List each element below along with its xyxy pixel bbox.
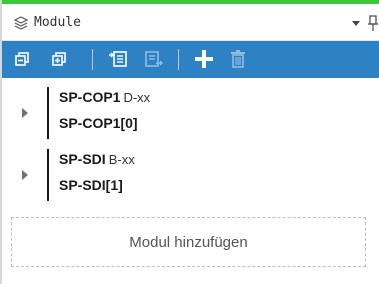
expand-all-icon[interactable] — [47, 46, 73, 72]
chevron-right-icon[interactable] — [22, 170, 28, 180]
module-item-header: SP-COP1 D-xx — [59, 88, 150, 108]
module-item-header: SP-SDI B-xx — [59, 150, 135, 170]
module-item-bar — [47, 149, 49, 201]
module-type: B-xx — [108, 152, 135, 167]
panel-title: Module — [34, 15, 81, 30]
chevron-right-icon[interactable] — [22, 108, 28, 118]
export-icon[interactable] — [140, 46, 166, 72]
panel-titlebar: Module — [2, 4, 379, 41]
module-item-bar — [47, 87, 49, 139]
add-module-button[interactable]: Modul hinzufügen — [11, 217, 366, 267]
pin-icon[interactable] — [368, 14, 378, 32]
module-instance: SP-COP1[0] — [59, 115, 138, 131]
chevron-down-icon[interactable] — [349, 16, 363, 30]
module-type: D-xx — [123, 90, 151, 105]
toolbar-separator — [92, 49, 93, 70]
module-stack-icon — [14, 16, 28, 30]
module-toolbar — [2, 41, 379, 78]
import-icon[interactable] — [106, 46, 132, 72]
module-instance: SP-SDI[1] — [59, 177, 123, 193]
module-list-item[interactable]: SP-COP1 D-xx SP-COP1[0] — [2, 85, 379, 141]
toolbar-separator — [178, 49, 179, 70]
add-icon[interactable] — [191, 46, 217, 72]
module-panel: Module SP-COP1 D-xx SP-COP1[0] SP-SDI B-… — [0, 0, 379, 284]
add-module-label: Modul hinzufügen — [129, 233, 248, 251]
module-name: SP-SDI — [59, 151, 106, 167]
module-name: SP-COP1 — [59, 89, 121, 105]
collapse-all-icon[interactable] — [10, 46, 36, 72]
delete-icon[interactable] — [225, 46, 251, 72]
module-list-item[interactable]: SP-SDI B-xx SP-SDI[1] — [2, 147, 379, 203]
